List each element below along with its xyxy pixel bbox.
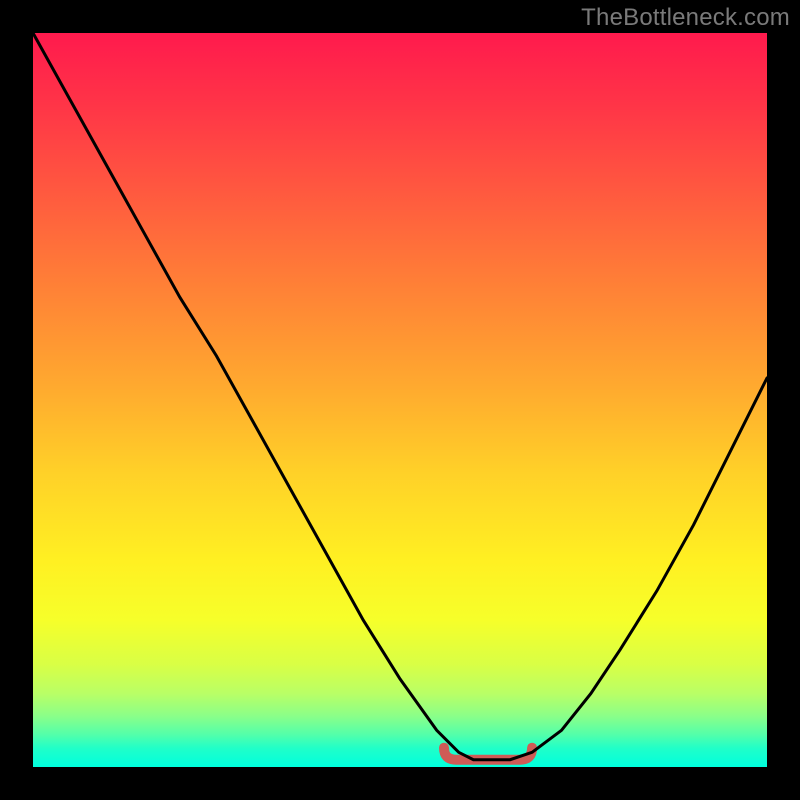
chart-frame: TheBottleneck.com: [0, 0, 800, 800]
bottleneck-curve: [33, 33, 767, 760]
watermark-text: TheBottleneck.com: [581, 4, 790, 32]
chart-svg: [33, 33, 767, 767]
plot-area: [33, 33, 767, 767]
